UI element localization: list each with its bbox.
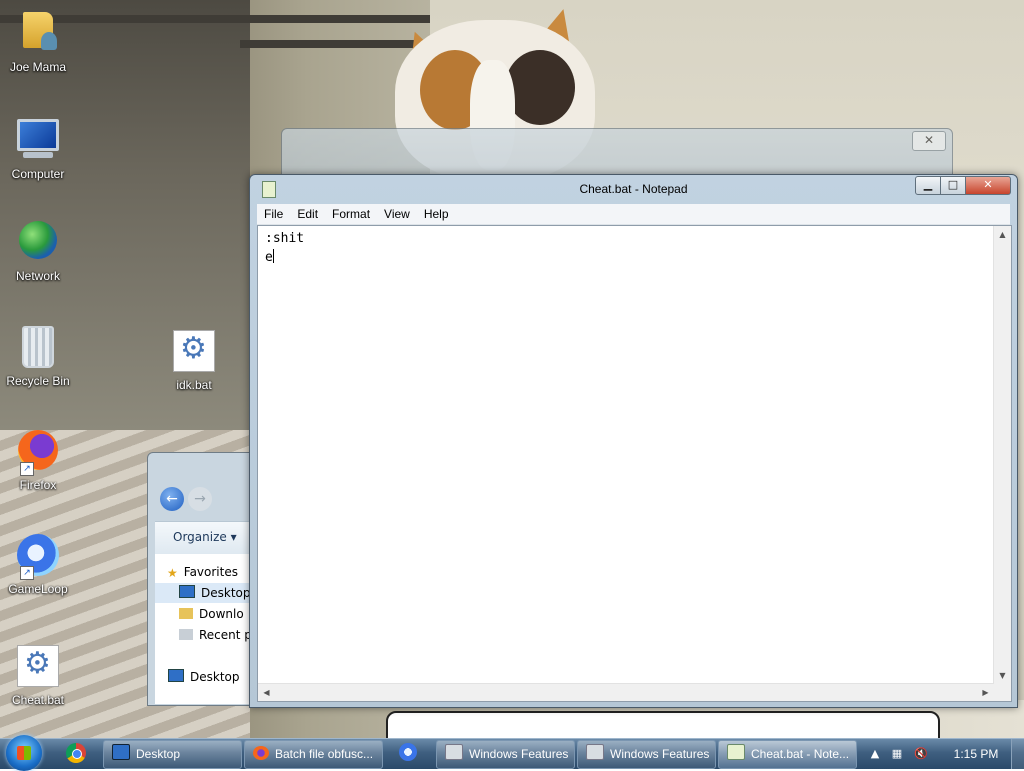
window-title: Cheat.bat - Notepad <box>579 182 688 196</box>
tree-item-favorites[interactable]: ★ Favorites <box>167 562 238 582</box>
desktop-icon-firefox[interactable]: ↗ Firefox <box>0 428 76 492</box>
shortcut-arrow-icon: ↗ <box>20 566 34 580</box>
tree-item-recent-places[interactable]: Recent p <box>155 625 252 645</box>
gameloop-icon <box>399 743 417 761</box>
wallpaper-cat-patch <box>505 50 575 125</box>
desktop-icon-recycle-bin[interactable]: Recycle Bin <box>0 323 76 388</box>
scroll-left-icon[interactable]: ◀ <box>258 684 275 701</box>
chrome-pinned-button[interactable] <box>56 742 96 766</box>
close-button[interactable]: ✕ <box>966 176 1011 195</box>
pinned-app-button[interactable] <box>388 742 428 766</box>
windows-features-icon <box>586 744 604 760</box>
desktop-icon-computer[interactable]: Computer <box>0 113 76 181</box>
scroll-right-icon[interactable]: ▶ <box>977 684 994 701</box>
scroll-down-icon[interactable]: ▼ <box>994 667 1011 684</box>
taskbar-button-windows-features-2[interactable]: Windows Features <box>577 740 716 769</box>
shortcut-arrow-icon: ↗ <box>20 462 34 476</box>
editor-text[interactable]: :shit e <box>265 229 991 681</box>
volume-muted-icon[interactable]: 🔇 <box>914 747 928 761</box>
editor-content: :shit e <box>265 231 305 265</box>
desktop-icon <box>179 585 195 598</box>
desktop-icon-label: Cheat.bat <box>11 693 65 707</box>
desktop-icon-joe-mama[interactable]: Joe Mama <box>0 8 76 74</box>
recent-places-icon <box>179 629 193 640</box>
notepad-icon <box>727 744 745 760</box>
desktop-icon-label: GameLoop <box>8 582 68 596</box>
desktop-icon-label: Recycle Bin <box>6 374 70 388</box>
maximize-icon: □ <box>947 178 959 191</box>
recycle-bin-icon <box>22 326 54 368</box>
start-button[interactable] <box>6 735 42 771</box>
taskbar-button-desktop[interactable]: Desktop <box>103 740 242 769</box>
back-arrow-icon[interactable]: ← <box>160 487 184 511</box>
close-icon: ✕ <box>983 178 993 191</box>
maximize-button[interactable]: □ <box>941 176 966 195</box>
document-preview-shape <box>386 711 940 738</box>
menu-bar: File Edit Format View Help <box>257 204 1010 225</box>
desktop-icon <box>168 669 184 682</box>
desktop-icon <box>112 744 130 760</box>
star-icon: ★ <box>167 566 178 580</box>
notepad-window[interactable]: Cheat.bat - Notepad ▁ □ ✕ File Edit Format… <box>249 174 1018 708</box>
organize-button[interactable]: Organize ▾ <box>173 530 237 544</box>
tree-item-desktop-root[interactable]: Desktop <box>168 667 240 687</box>
desktop-icon-gameloop[interactable]: ↗ GameLoop <box>0 533 76 596</box>
taskbar-button-firefox[interactable]: Batch file obfusc... <box>244 740 383 769</box>
batch-file-icon <box>173 330 215 372</box>
desktop-icon-idk-bat[interactable]: idk.bat <box>156 328 232 392</box>
chrome-icon <box>66 743 86 763</box>
show-desktop-button[interactable] <box>1011 739 1024 769</box>
taskbar-button-windows-features[interactable]: Windows Features <box>436 740 575 769</box>
menu-format[interactable]: Format <box>325 204 377 224</box>
firefox-icon <box>253 746 269 760</box>
close-button[interactable]: ✕ <box>912 131 946 151</box>
scrollbar-corner <box>994 684 1011 701</box>
desktop-icon-label: Computer <box>11 167 65 181</box>
caption-buttons: ▁ □ ✕ <box>915 176 1011 195</box>
vertical-scrollbar[interactable]: ▲ ▼ <box>993 226 1011 684</box>
desktop-icon-label: idk.bat <box>176 378 212 392</box>
desktop-icon-cheat-bat[interactable]: Cheat.bat <box>0 643 76 707</box>
network-globe-icon <box>19 221 57 259</box>
forward-arrow-icon[interactable]: → <box>188 487 212 511</box>
text-caret <box>272 249 274 263</box>
minimize-button[interactable]: ▁ <box>915 176 941 195</box>
desktop-icon-network[interactable]: Network <box>0 218 76 283</box>
minimize-icon: ▁ <box>923 178 933 191</box>
tree-item-downloads[interactable]: Downlo <box>155 604 244 624</box>
computer-icon <box>17 119 59 151</box>
menu-help[interactable]: Help <box>417 204 456 224</box>
taskbar: Desktop Batch file obfusc... Windows Fea… <box>0 735 1024 771</box>
horizontal-scrollbar[interactable]: ◀ ▶ <box>258 683 994 701</box>
menu-file[interactable]: File <box>257 204 290 224</box>
taskbar-button-notepad[interactable]: Cheat.bat - Note... <box>718 740 857 769</box>
menu-edit[interactable]: Edit <box>290 204 325 224</box>
system-tray: ▲ ▦ 🔇 1:15 PM <box>860 739 1024 769</box>
desktop-icon-label: Network <box>15 269 60 283</box>
close-icon: ✕ <box>923 133 935 147</box>
title-bar[interactable]: Cheat.bat - Notepad ▁ □ ✕ <box>250 175 1017 203</box>
clock[interactable]: 1:15 PM <box>946 739 1006 769</box>
menu-view[interactable]: View <box>377 204 417 224</box>
text-editor-area[interactable]: :shit e ▲ ▼ ◀ ▶ <box>257 225 1012 702</box>
windows-features-icon <box>445 744 463 760</box>
user-folder-icon <box>23 12 57 50</box>
scroll-up-icon[interactable]: ▲ <box>994 226 1011 243</box>
batch-file-icon <box>17 645 59 687</box>
desktop-icon-label: Joe Mama <box>9 60 67 74</box>
desktop-icon-label: Firefox <box>19 478 57 492</box>
network-tray-icon[interactable]: ▦ <box>890 747 904 761</box>
downloads-folder-icon <box>179 608 193 619</box>
show-hidden-icons-icon[interactable]: ▲ <box>868 747 882 761</box>
